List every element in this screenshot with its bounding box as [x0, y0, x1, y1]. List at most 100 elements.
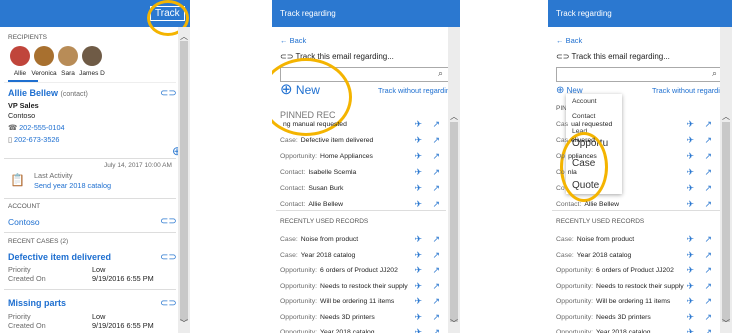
open-record-icon[interactable]: ↗: [704, 183, 712, 194]
open-record-icon[interactable]: ↗: [704, 265, 712, 276]
case-title[interactable]: Missing parts: [8, 298, 66, 308]
search-icon[interactable]: ⌕: [712, 68, 717, 79]
open-record-icon[interactable]: ↗: [704, 312, 712, 323]
back-link[interactable]: ← Back: [556, 36, 582, 45]
pin-icon[interactable]: ✈: [414, 183, 422, 194]
pin-icon[interactable]: ✈: [686, 312, 694, 323]
record-row[interactable]: Opportunity: Needs to restock their suppl…: [280, 283, 408, 290]
open-record-icon[interactable]: ↗: [432, 327, 440, 333]
pin-icon[interactable]: ✈: [686, 199, 694, 210]
record-row[interactable]: ng manual requested: [280, 121, 347, 128]
avatar[interactable]: [10, 46, 30, 66]
pin-icon[interactable]: ✈: [414, 327, 422, 333]
phone-1[interactable]: ☎ 202-555-0104: [8, 123, 65, 132]
open-record-icon[interactable]: ↗: [704, 199, 712, 210]
open-record-icon[interactable]: ↗: [432, 199, 440, 210]
open-record-icon[interactable]: ↗: [432, 281, 440, 292]
open-record-icon[interactable]: ↗: [704, 250, 712, 261]
avatar[interactable]: [82, 46, 102, 66]
record-row[interactable]: Case: Noise from product: [556, 236, 634, 243]
phone-2[interactable]: ▯ 202-673-3526: [8, 135, 60, 144]
back-link[interactable]: ← Back: [280, 36, 306, 45]
record-row[interactable]: Opportunity: Needs 3D printers: [280, 314, 375, 321]
pin-icon[interactable]: ✈: [686, 327, 694, 333]
open-record-icon[interactable]: ↗: [704, 119, 712, 130]
record-row[interactable]: Case: Defective item delivered: [280, 137, 373, 144]
open-record-icon[interactable]: ↗: [704, 327, 712, 333]
scrollbar[interactable]: ︿ ﹀: [178, 27, 190, 333]
open-record-icon[interactable]: ↗: [432, 296, 440, 307]
track-without-regarding-link[interactable]: Track without regarding: [652, 86, 728, 95]
pin-icon[interactable]: ✈: [686, 296, 694, 307]
open-record-icon[interactable]: ↗: [432, 167, 440, 178]
pin-icon[interactable]: ✈: [414, 281, 422, 292]
pin-icon[interactable]: ✈: [414, 265, 422, 276]
scroll-down-icon[interactable]: ﹀: [180, 318, 188, 329]
record-row[interactable]: Opportunity: Needs 3D printers: [556, 314, 651, 321]
pin-icon[interactable]: ✈: [414, 119, 422, 130]
pin-icon[interactable]: ✈: [414, 151, 422, 162]
pin-icon[interactable]: ✈: [686, 183, 694, 194]
record-row[interactable]: Case: Year 2018 catalog: [556, 252, 631, 259]
open-record-icon[interactable]: ↗: [432, 250, 440, 261]
record-row[interactable]: Opportunity: Year 2018 catalog: [556, 329, 651, 333]
open-record-icon[interactable]: ↗: [432, 135, 440, 146]
pin-icon[interactable]: ✈: [414, 312, 422, 323]
record-row[interactable]: Cas elivered: [556, 137, 595, 144]
pin-icon[interactable]: ✈: [414, 135, 422, 146]
record-row[interactable]: Opportunity: 6 orders of Product JJ202: [280, 267, 398, 274]
open-record-icon[interactable]: ↗: [432, 312, 440, 323]
record-row[interactable]: Opportunity: 6 orders of Product JJ202: [556, 267, 674, 274]
pin-icon[interactable]: ✈: [686, 281, 694, 292]
record-row[interactable]: Cas ual requested: [556, 121, 612, 128]
pin-icon[interactable]: ✈: [414, 199, 422, 210]
avatar[interactable]: [34, 46, 54, 66]
case-link-icon[interactable]: ⊂⊃: [160, 252, 177, 263]
recipient-name[interactable]: James D: [78, 70, 106, 77]
scroll-up-icon[interactable]: ︿: [450, 111, 458, 122]
case-title[interactable]: Defective item delivered: [8, 252, 111, 262]
open-record-icon[interactable]: ↗: [704, 234, 712, 245]
case-link-icon[interactable]: ⊂⊃: [160, 298, 177, 309]
open-record-icon[interactable]: ↗: [432, 265, 440, 276]
scroll-up-icon[interactable]: ︿: [722, 111, 730, 122]
pin-icon[interactable]: ✈: [686, 265, 694, 276]
record-row[interactable]: Contact: Allie Bellew: [556, 201, 619, 208]
account-link-icon[interactable]: ⊂⊃: [160, 216, 177, 227]
contact-name[interactable]: Allie Bellew (contact): [8, 88, 88, 98]
pin-icon[interactable]: ✈: [686, 167, 694, 178]
scroll-down-icon[interactable]: ﹀: [722, 318, 730, 329]
record-row[interactable]: Opportunity: Needs to restock their suppl…: [556, 283, 684, 290]
search-input[interactable]: [556, 67, 724, 82]
pin-icon[interactable]: ✈: [686, 250, 694, 261]
pin-icon[interactable]: ✈: [414, 167, 422, 178]
last-activity-link[interactable]: Send year 2018 catalog: [34, 181, 111, 190]
pin-icon[interactable]: ✈: [686, 135, 694, 146]
search-icon[interactable]: ⌕: [438, 68, 443, 79]
pin-icon[interactable]: ✈: [686, 119, 694, 130]
open-record-icon[interactable]: ↗: [432, 119, 440, 130]
link-icon[interactable]: ⊂⊃: [160, 88, 177, 99]
open-record-icon[interactable]: ↗: [432, 183, 440, 194]
record-row[interactable]: Opportunity: Will be ordering 11 items: [280, 298, 394, 305]
track-without-regarding-link[interactable]: Track without regarding: [378, 86, 454, 95]
pin-icon[interactable]: ✈: [414, 250, 422, 261]
pin-icon[interactable]: ✈: [414, 234, 422, 245]
avatar[interactable]: [58, 46, 78, 66]
scroll-down-icon[interactable]: ﹀: [450, 318, 458, 329]
record-row[interactable]: Contact: Allie Bellew: [280, 201, 343, 208]
dropdown-item[interactable]: Account: [572, 98, 597, 105]
open-record-icon[interactable]: ↗: [432, 151, 440, 162]
open-record-icon[interactable]: ↗: [704, 167, 712, 178]
open-record-icon[interactable]: ↗: [704, 151, 712, 162]
open-record-icon[interactable]: ↗: [704, 135, 712, 146]
record-row[interactable]: Opportunity: Year 2018 catalog: [280, 329, 375, 333]
dropdown-item[interactable]: Contact: [572, 113, 595, 120]
pin-icon[interactable]: ✈: [414, 296, 422, 307]
record-row[interactable]: Case: Noise from product: [280, 236, 358, 243]
open-record-icon[interactable]: ↗: [704, 296, 712, 307]
scrollbar[interactable]: ︿ ﹀: [720, 27, 732, 333]
record-row[interactable]: Co nla: [556, 169, 577, 176]
record-row[interactable]: Opportunity: Home Appliances: [280, 153, 373, 160]
pin-icon[interactable]: ✈: [686, 234, 694, 245]
